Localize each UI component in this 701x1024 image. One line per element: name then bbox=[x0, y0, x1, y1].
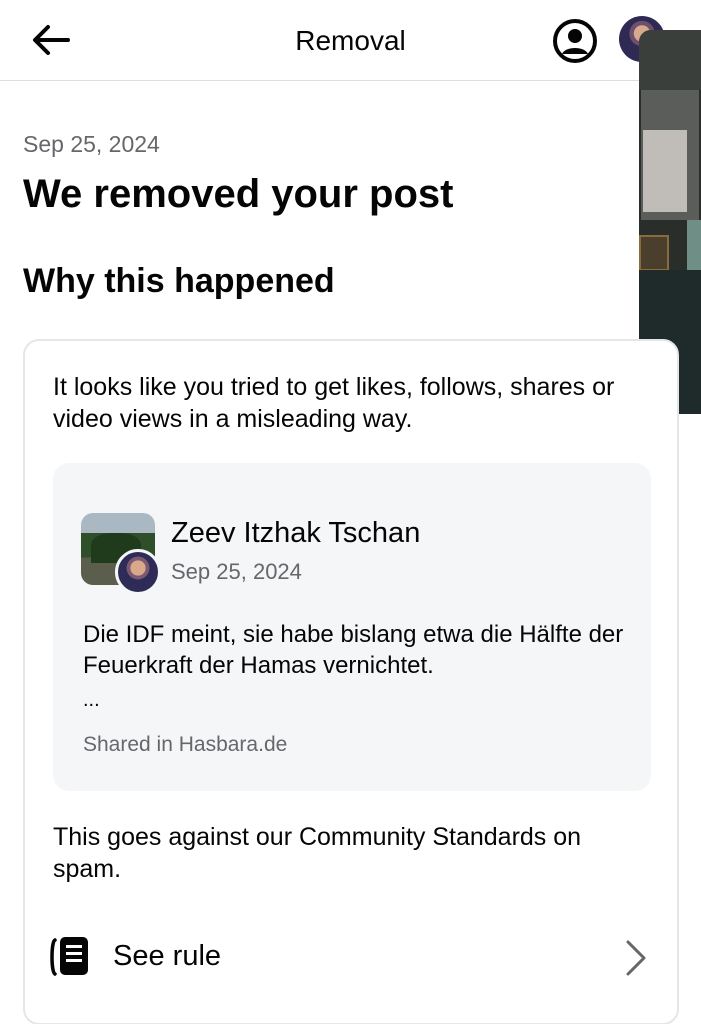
removed-post-preview[interactable]: Zeev Itzhak Tschan Sep 25, 2024 Die IDF … bbox=[53, 463, 651, 791]
removal-date: Sep 25, 2024 bbox=[23, 131, 160, 157]
post-author: Zeev Itzhak Tschan bbox=[171, 517, 421, 549]
removal-headline: We removed your post bbox=[23, 172, 454, 216]
chevron-right-icon bbox=[626, 940, 646, 976]
author-avatar bbox=[115, 549, 161, 595]
account-button[interactable] bbox=[551, 17, 599, 65]
removal-page: Removal Sep 25, 2024 We removed your pos… bbox=[0, 0, 701, 1024]
account-circle-icon bbox=[553, 19, 597, 63]
top-bar: Removal bbox=[0, 0, 701, 81]
rulebook-icon bbox=[50, 937, 88, 976]
post-ellipsis: ... bbox=[83, 689, 100, 711]
reason-card: It looks like you tried to get likes, fo… bbox=[23, 339, 679, 1024]
removal-reason: It looks like you tried to get likes, fo… bbox=[53, 373, 615, 433]
see-rule-button[interactable]: See rule bbox=[45, 926, 661, 986]
see-rule-label: See rule bbox=[113, 940, 222, 972]
post-date: Sep 25, 2024 bbox=[171, 559, 302, 584]
standards-text: This goes against our Community Standard… bbox=[53, 823, 582, 883]
post-text: Die IDF meint, sie habe bislang etwa die… bbox=[83, 621, 624, 679]
section-title: Why this happened bbox=[23, 262, 335, 300]
shared-in-group: Shared in Hasbara.de bbox=[83, 733, 288, 756]
